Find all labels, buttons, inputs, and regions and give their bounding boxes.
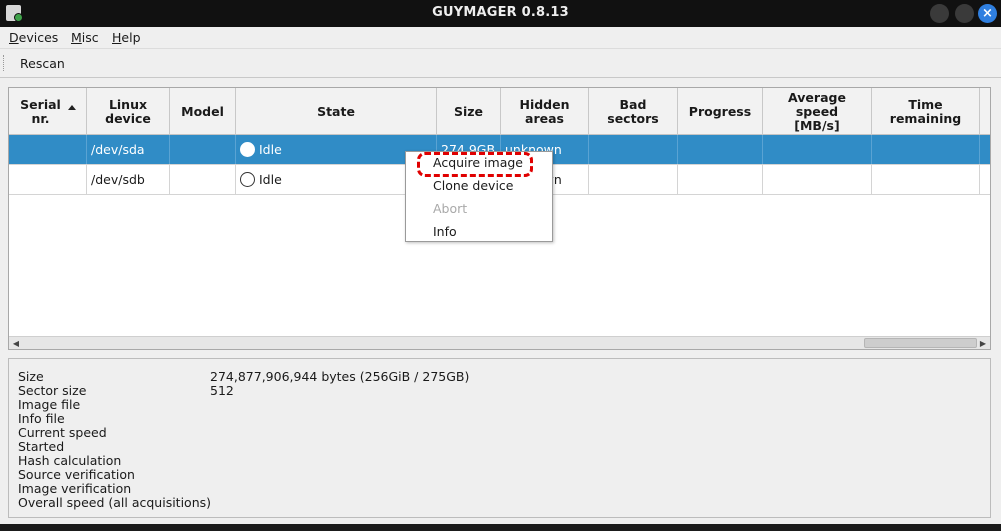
toolbar-grip-handle[interactable] — [3, 55, 6, 71]
scrollbar-thumb[interactable] — [864, 338, 977, 348]
cell-time-remaining — [872, 135, 980, 164]
cell-model — [170, 135, 236, 164]
state-label: Idle — [259, 142, 282, 157]
cell-linux-device: /dev/sda — [87, 135, 170, 164]
toolbar: Rescan — [0, 48, 1001, 78]
idle-status-icon — [240, 142, 255, 157]
window-title: GUYMAGER 0.8.13 — [432, 5, 569, 20]
cell-serial — [9, 135, 87, 164]
column-header-hidden-areas[interactable]: Hidden areas — [501, 88, 589, 135]
column-header-time-remaining[interactable]: Time remaining — [872, 88, 980, 135]
bottom-edge — [0, 524, 1001, 531]
detail-value-size: 274,877,906,944 bytes (256GiB / 275GB) — [210, 369, 470, 384]
column-header-label: State — [317, 103, 355, 119]
column-header-label: Time remaining — [889, 96, 962, 126]
column-header-label: Progress — [688, 103, 752, 119]
column-header-label: Hidden areas — [519, 96, 570, 126]
cell-model — [170, 165, 236, 194]
detail-label-started: Started — [18, 439, 65, 454]
detail-label-source-verification: Source verification — [18, 467, 135, 482]
idle-status-icon — [240, 172, 255, 187]
cell-linux-device: /dev/sdb — [87, 165, 170, 194]
detail-label-size: Size — [18, 369, 44, 384]
highlight-annotation — [417, 152, 533, 177]
column-header-serial[interactable]: Serial nr. — [9, 88, 87, 135]
cell-bad-sectors — [589, 135, 678, 164]
column-header-linux-device[interactable]: Linux device — [87, 88, 170, 135]
cell-progress — [678, 165, 763, 194]
state-label: Idle — [259, 172, 282, 187]
table-header: Serial nr. Linux device Model State Size… — [9, 88, 990, 135]
menu-devices[interactable]: Devices — [9, 30, 58, 45]
column-header-model[interactable]: Model — [170, 88, 236, 135]
menu-item-abort: Abort — [433, 201, 468, 216]
title-bar: GUYMAGER 0.8.13 × — [0, 0, 1001, 27]
cell-average-speed — [763, 165, 872, 194]
scroll-left-icon[interactable]: ◀ — [10, 338, 22, 349]
horizontal-scrollbar[interactable]: ◀ ▶ — [9, 336, 990, 349]
main-area: Serial nr. Linux device Model State Size… — [0, 78, 1001, 524]
menu-misc[interactable]: Misc — [71, 30, 99, 45]
detail-label-current-speed: Current speed — [18, 425, 107, 440]
column-header-label: Serial nr. — [20, 96, 61, 126]
column-header-label: Bad sectors — [607, 96, 659, 126]
sort-ascending-icon — [68, 105, 76, 110]
details-panel: Size 274,877,906,944 bytes (256GiB / 275… — [8, 358, 991, 518]
menu-item-clone-device[interactable]: Clone device — [433, 176, 514, 196]
menu-help[interactable]: Help — [112, 30, 141, 45]
close-button[interactable]: × — [978, 4, 997, 23]
cell-bad-sectors — [589, 165, 678, 194]
cell-average-speed — [763, 135, 872, 164]
menu-bar: Devices Misc Help — [0, 27, 1001, 48]
cell-serial — [9, 165, 87, 194]
rescan-button[interactable]: Rescan — [14, 56, 71, 71]
column-header-label: Average speed [MB/s] — [788, 89, 846, 133]
detail-label-info-file: Info file — [18, 411, 65, 426]
column-header-label: Model — [181, 103, 224, 119]
detail-label-hash-calculation: Hash calculation — [18, 453, 122, 468]
detail-value-sector-size: 512 — [210, 383, 234, 398]
maximize-button[interactable] — [955, 4, 974, 23]
column-header-label: Linux device — [105, 96, 151, 126]
column-header-bad-sectors[interactable]: Bad sectors — [589, 88, 678, 135]
column-header-state[interactable]: State — [236, 88, 437, 135]
cell-time-remaining — [872, 165, 980, 194]
column-header-size[interactable]: Size — [437, 88, 501, 135]
minimize-button[interactable] — [930, 4, 949, 23]
menu-item-info[interactable]: Info — [433, 222, 457, 242]
column-header-label: Size — [453, 103, 484, 119]
cell-progress — [678, 135, 763, 164]
detail-label-overall-speed: Overall speed (all acquisitions) — [18, 495, 212, 510]
column-header-progress[interactable]: Progress — [678, 88, 763, 135]
scroll-right-icon[interactable]: ▶ — [977, 338, 989, 349]
column-header-average-speed[interactable]: Average speed [MB/s] — [763, 88, 872, 135]
detail-label-image-verification: Image verification — [18, 481, 132, 496]
detail-label-image-file: Image file — [18, 397, 81, 412]
detail-label-sector-size: Sector size — [18, 383, 87, 398]
